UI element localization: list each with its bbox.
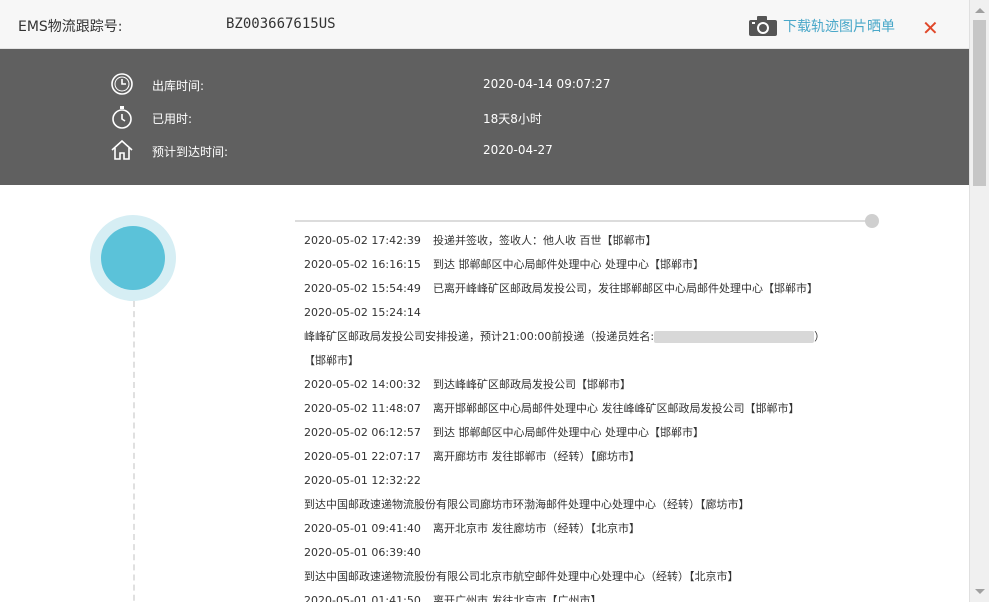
event-description: 已离开峰峰矿区邮政局发投公司，发往邯郸邮区中心局邮件处理中心【邯郸市】 (433, 282, 818, 295)
tracking-event: 2020-05-02 11:48:07 离开邯郸邮区中心局邮件处理中心 发往峰峰矿… (304, 397, 874, 421)
tracking-event: 2020-05-01 09:41:40 离开北京市 发往廊坊市（经转）【北京市】 (304, 517, 874, 541)
event-time: 2020-05-01 06:39:40 (304, 546, 421, 559)
event-time: 2020-05-02 15:24:14 (304, 306, 421, 319)
event-time: 2020-05-02 11:48:07 (304, 402, 421, 415)
info-row-outbound: 出库时间: 2020-04-14 09:07:27 (0, 72, 969, 96)
event-description: 到达 邯郸邮区中心局邮件处理中心 处理中心【邯郸市】 (433, 258, 704, 271)
tracking-event: 2020-05-02 14:00:32 到达峰峰矿区邮政局发投公司【邯郸市】 (304, 373, 874, 397)
camera-icon[interactable] (748, 15, 778, 37)
tracking-label: EMS物流跟踪号: (18, 19, 123, 35)
timeline-top-dot (865, 214, 879, 228)
tracking-event: 2020-05-01 01:41:50 离开广州市 发往北京市【广州市】 (304, 589, 874, 602)
scroll-down-arrow-icon[interactable] (975, 589, 985, 594)
clock-icon (111, 73, 133, 95)
event-description: 离开广州市 发往北京市【广州市】 (433, 594, 602, 602)
info-value: 2020-04-14 09:07:27 (483, 77, 611, 91)
info-value: 2020-04-27 (483, 143, 553, 157)
tracking-event-continued: 到达中国邮政速递物流股份有限公司北京市航空邮件处理中心处理中心（经转）【北京市】 (304, 565, 874, 589)
info-row-elapsed: 已用时: 18天8小时 (0, 105, 969, 129)
info-value: 18天8小时 (483, 112, 542, 126)
tracking-event: 2020-05-01 22:07:17 离开廊坊市 发往邯郸市（经转）【廊坊市】 (304, 445, 874, 469)
info-label: 预计到达时间: (152, 145, 229, 159)
event-time: 2020-05-02 17:42:39 (304, 234, 421, 247)
tracking-event-continued: 【邯郸市】 (304, 349, 874, 373)
timeline-top-divider (295, 220, 870, 222)
redacted-courier-name (654, 331, 815, 343)
tracking-event: 2020-05-02 15:54:49 已离开峰峰矿区邮政局发投公司，发往邯郸邮区… (304, 277, 874, 301)
timeline-dashed-line (133, 301, 135, 602)
event-description: 峰峰矿区邮政局发投公司安排投递，预计21:00:00前投递（投递员姓名: (304, 330, 655, 343)
event-time: 2020-05-01 12:32:22 (304, 474, 421, 487)
event-description: 到达中国邮政速递物流股份有限公司北京市航空邮件处理中心处理中心（经转）【北京市】 (304, 570, 739, 583)
tracking-event: 2020-05-02 06:12:57 到达 邯郸邮区中心局邮件处理中心 处理中心… (304, 421, 874, 445)
tracking-event: 2020-05-01 12:32:22 (304, 469, 874, 493)
event-description-end: ） (814, 330, 826, 343)
event-time: 2020-05-02 14:00:32 (304, 378, 421, 391)
event-description: 到达中国邮政速递物流股份有限公司廊坊市环渤海邮件处理中心处理中心（经转）【廊坊市… (304, 498, 750, 511)
tracking-event: 2020-05-02 15:24:14 (304, 301, 874, 325)
info-label: 出库时间: (152, 79, 205, 93)
event-description: 离开邯郸邮区中心局邮件处理中心 发往峰峰矿区邮政局发投公司【邯郸市】 (433, 402, 800, 415)
event-description: 投递并签收，签收人：他人收 百世【邯郸市】 (433, 234, 657, 247)
stopwatch-icon (112, 106, 132, 129)
tracking-event-list: 2020-05-02 17:42:39 投递并签收，签收人：他人收 百世【邯郸市】… (304, 229, 874, 602)
header-bar: EMS物流跟踪号: BZ003667615US 下载轨迹图片晒单 ✕ (0, 0, 969, 49)
event-time: 2020-05-01 01:41:50 (304, 594, 421, 602)
event-time: 2020-05-02 15:54:49 (304, 282, 421, 295)
info-row-eta: 预计到达时间: 2020-04-27 (0, 138, 969, 162)
vertical-scrollbar[interactable] (969, 0, 989, 602)
tracking-event: 2020-05-02 16:16:15 到达 邯郸邮区中心局邮件处理中心 处理中心… (304, 253, 874, 277)
scroll-up-arrow-icon[interactable] (975, 8, 985, 13)
tracking-event-continued: 到达中国邮政速递物流股份有限公司廊坊市环渤海邮件处理中心处理中心（经转）【廊坊市… (304, 493, 874, 517)
tracking-event-continued: 峰峰矿区邮政局发投公司安排投递，预计21:00:00前投递（投递员姓名: ） (304, 325, 874, 349)
info-label: 已用时: (152, 112, 193, 126)
tracking-event: 2020-05-02 17:42:39 投递并签收，签收人：他人收 百世【邯郸市】 (304, 229, 874, 253)
timeline-marker-dot (101, 226, 165, 290)
home-icon (111, 139, 133, 160)
scrollbar-thumb[interactable] (973, 20, 986, 186)
event-description: 到达 邯郸邮区中心局邮件处理中心 处理中心【邯郸市】 (433, 426, 704, 439)
event-description: 到达峰峰矿区邮政局发投公司【邯郸市】 (433, 378, 631, 391)
event-time: 2020-05-02 16:16:15 (304, 258, 421, 271)
download-track-image-link[interactable]: 下载轨迹图片晒单 (783, 16, 895, 36)
shipment-info-panel: 出库时间: 2020-04-14 09:07:27 已用时: 18天8小时 预计… (0, 49, 969, 185)
event-time: 2020-05-02 06:12:57 (304, 426, 421, 439)
event-time: 2020-05-01 09:41:40 (304, 522, 421, 535)
close-button[interactable]: ✕ (922, 18, 939, 38)
event-description: 离开北京市 发往廊坊市（经转）【北京市】 (433, 522, 640, 535)
tracking-number: BZ003667615US (226, 16, 336, 32)
event-time: 2020-05-01 22:07:17 (304, 450, 421, 463)
event-description: 离开廊坊市 发往邯郸市（经转）【廊坊市】 (433, 450, 640, 463)
tracking-event: 2020-05-01 06:39:40 (304, 541, 874, 565)
tracking-timeline: 2020-05-02 17:42:39 投递并签收，签收人：他人收 百世【邯郸市】… (0, 185, 969, 602)
event-location: 【邯郸市】 (304, 354, 359, 367)
